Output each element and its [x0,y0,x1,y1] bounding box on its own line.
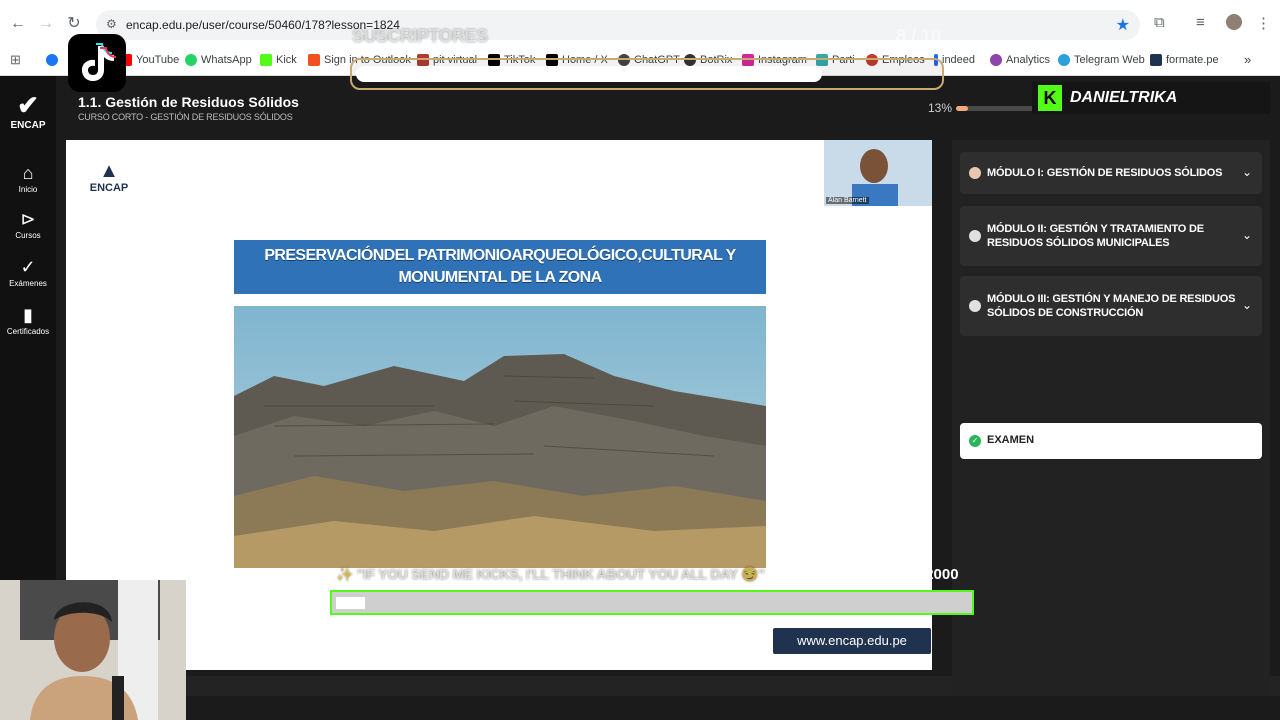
module-pending-icon [969,300,981,312]
bookmark-kick[interactable]: Kick [260,54,297,66]
exam-item[interactable]: ✓ EXAMEN [960,423,1262,459]
slide-title-line-1: PRESERVACIÓNDEL PATRIMONIOARQUEOLÓGICO,C… [264,247,736,264]
presenter-name: Alan Barnett [826,197,869,204]
bookmark-youtube[interactable]: YouTube [120,54,179,66]
lesson-title: 1.1. Gestión de Residuos Sólidos [78,94,299,110]
media-icon[interactable]: ≡ [1196,14,1205,31]
module-1[interactable]: MÓDULO I: GESTIÓN DE RESIDUOS SÓLIDOS ⌄ [960,152,1262,194]
bookmark-formate[interactable]: formate.pe [1150,54,1219,66]
check-icon: ✓ [20,257,36,277]
rail-item-certificados[interactable]: ▮ Certificados [0,304,56,338]
bookmark-whatsapp[interactable]: WhatsApp [185,54,252,66]
whatsapp-icon [185,54,197,66]
more-bookmarks-button[interactable]: » [1244,52,1251,67]
presenter-video: Alan Barnett [824,140,932,206]
chevron-down-icon[interactable]: ⌄ [1242,228,1252,242]
module-2[interactable]: MÓDULO II: GESTIÓN Y TRATAMIENTO DE RESI… [960,206,1262,266]
tiktok-overlay-logo [68,34,126,92]
apps-grid-icon[interactable]: ⊞ [10,52,21,68]
play-circle-icon: ⊳ [20,209,36,229]
formate-icon [1150,54,1162,66]
analytics-icon [990,54,1002,66]
rail-item-examenes[interactable]: ✓ Exámenes [0,256,56,290]
subs-goal-label: SUSCRIPTORES [352,26,488,46]
encap-logo-mark: ✔ [17,90,39,120]
module-complete-icon [969,167,981,179]
check-circle-icon: ✓ [969,435,981,447]
module-2-label: MÓDULO II: GESTIÓN Y TRATAMIENTO DE RESI… [987,223,1204,249]
back-icon[interactable]: ← [8,14,28,34]
site-info-icon[interactable]: ⚙ [106,17,117,31]
subs-current: 8 [896,26,907,46]
facebook-icon [46,54,58,66]
encap-logo[interactable]: ✔ ENCAP [8,90,48,131]
browser-toolbar: ← → ↻ ⚙ encap.edu.pe/user/course/50460/1… [0,0,1280,48]
menu-icon[interactable]: ⋮ [1256,14,1271,32]
kicks-goal-count: 91 / 2000 [896,566,959,583]
bookmark-star-icon[interactable]: ★ [1116,15,1130,35]
chevron-down-icon[interactable]: ⌄ [1242,298,1252,312]
address-bar[interactable]: ⚙ encap.edu.pe/user/course/50460/178?les… [96,10,1140,40]
rail-item-inicio[interactable]: ⌂ Inicio [0,162,56,196]
subs-goal-bar [350,58,944,90]
subs-target: / 10 [911,26,942,46]
module-pending-icon [969,230,981,242]
website-label: www.encap.edu.pe [773,628,931,654]
kicks-current: 91 [896,566,913,583]
bookmark-icon: ▮ [23,305,33,325]
subs-goal-fill [356,66,822,82]
bookmark-telegram[interactable]: Telegram Web [1058,54,1145,66]
subs-goal-count: 8 / 10 [896,26,941,47]
slide-logo-text: ENCAP [89,182,129,194]
ruins-photo [234,306,766,568]
bookmark-facebook[interactable] [46,54,58,66]
kick-channel-badge: K DANIELTRIKA [1032,82,1270,114]
profile-avatar[interactable] [1226,14,1242,30]
rail-item-cursos[interactable]: ⊳ Cursos [0,208,56,242]
kicks-target: / 2000 [916,566,959,583]
kicks-goal-text: ✨ "IF YOU SEND ME KICKS, I'LL THINK ABOU… [336,566,765,582]
streamer-webcam [0,580,186,720]
home-icon: ⌂ [22,163,34,183]
module-3-label: MÓDULO III: GESTIÓN Y MANEJO DE RESIDUOS… [987,293,1236,319]
course-subtitle: CURSO CORTO - GESTIÓN DE RESIDUOS SÓLIDO… [78,112,293,122]
encap-logo-text: ENCAP [10,120,46,131]
reload-icon[interactable]: ↻ [64,14,84,34]
progress-percent: 13% [928,101,953,115]
kicks-goal-fill [336,597,365,609]
kicks-goal-bar [330,590,974,615]
module-1-label: MÓDULO I: GESTIÓN DE RESIDUOS SÓLIDOS [987,167,1223,179]
microsoft-icon [308,54,320,66]
exam-label: EXAMEN [987,434,1035,446]
forward-icon[interactable]: → [36,14,56,34]
telegram-icon [1058,54,1070,66]
extensions-icon[interactable]: ⧉ [1154,14,1165,31]
module-3[interactable]: MÓDULO III: GESTIÓN Y MANEJO DE RESIDUOS… [960,276,1262,336]
kick-icon [260,54,272,66]
course-app: ✔ ENCAP ⌂ Inicio ⊳ Cursos ✓ Exámenes ▮ C… [0,76,1280,720]
slide-logo: ▲ ENCAP [86,160,132,194]
kick-logo-icon: K [1038,85,1062,111]
slide-title-line-2: MONUMENTAL DE LA ZONA [398,269,602,286]
graduation-cap-icon: ▲ [99,160,119,182]
kick-channel-name: DANIELTRIKA [1070,89,1178,106]
slide-title-banner: PRESERVACIÓNDEL PATRIMONIOARQUEOLÓGICO,C… [234,240,766,294]
modules-sidebar: MÓDULO I: GESTIÓN DE RESIDUOS SÓLIDOS ⌄ … [952,140,1270,696]
chevron-down-icon[interactable]: ⌄ [1242,165,1252,179]
progress-bar-fill [956,106,968,111]
bookmark-analytics[interactable]: Analytics [990,54,1050,66]
